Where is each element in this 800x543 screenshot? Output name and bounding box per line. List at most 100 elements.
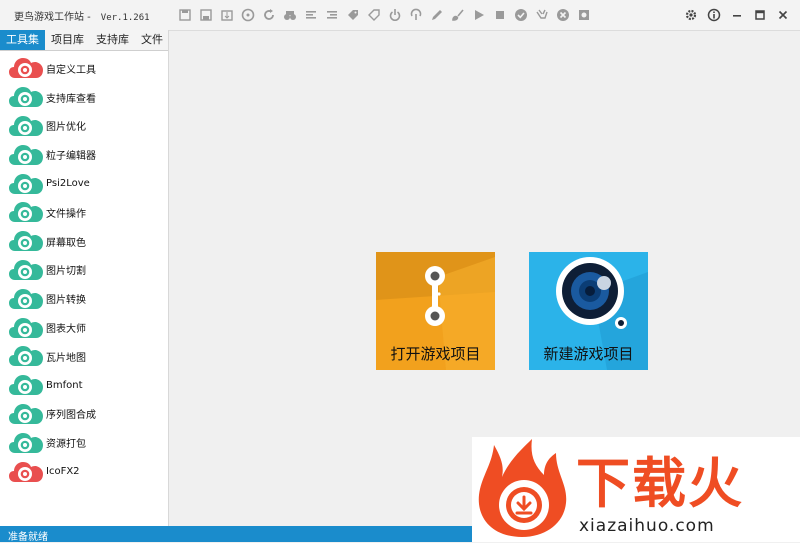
minimize-icon [732, 15, 741, 17]
status-bar: 准备就绪 [0, 526, 472, 543]
binoculars-icon [283, 11, 296, 20]
tool-item[interactable]: 图片优化 [0, 112, 168, 141]
refresh-icon [263, 9, 274, 20]
settings-box-icon [578, 10, 589, 20]
sidebar-tabs: 工具集 项目库 支持库 文件 [0, 30, 168, 51]
new-project-button[interactable]: 新建游戏项目 [529, 252, 648, 370]
tool-label: Psi2Love [46, 178, 90, 190]
minimize-button[interactable] [725, 6, 748, 24]
title-bar: 更鸟游戏工作站 - Ver.1.261 [0, 0, 800, 31]
steering-icon [241, 8, 254, 22]
close-button[interactable] [771, 6, 794, 24]
tool-item[interactable]: 瓦片地图 [0, 342, 168, 371]
close-icon [778, 10, 787, 20]
tab-toolset[interactable]: 工具集 [0, 30, 45, 50]
tab-project-library[interactable]: 项目库 [45, 30, 90, 50]
maximize-button[interactable] [748, 6, 771, 24]
clean-button[interactable] [531, 6, 552, 24]
tool-label: 粒子编辑器 [46, 151, 96, 163]
status-text: 准备就绪 [8, 532, 48, 543]
settings-box-button[interactable] [573, 6, 594, 24]
cloud-icon [9, 144, 43, 165]
check-icon [514, 9, 527, 21]
tool-item[interactable]: Psi2Love [0, 169, 168, 198]
play-button[interactable] [468, 6, 489, 24]
tool-label: 瓦片地图 [46, 352, 86, 364]
tool-label: 资源打包 [46, 439, 86, 451]
tool-label: 屏幕取色 [46, 237, 86, 249]
gear-icon [685, 9, 696, 21]
gear-button[interactable] [679, 6, 702, 24]
close-circle-button[interactable] [552, 6, 573, 24]
cloud-icon [9, 259, 43, 280]
restart-icon [410, 8, 421, 20]
tool-item[interactable]: 支持库查看 [0, 83, 168, 112]
cloud-icon [9, 346, 43, 367]
refresh-button[interactable] [258, 6, 279, 24]
tag-icon [347, 10, 358, 20]
tag-edit-button[interactable] [363, 6, 384, 24]
align-button[interactable] [300, 6, 321, 24]
tool-label: IcoFX2 [46, 466, 80, 478]
open-project-button[interactable]: 打开游戏项目 [376, 252, 495, 370]
tool-item[interactable]: Bmfont [0, 371, 168, 400]
cloud-icon [9, 375, 43, 396]
stop-button[interactable] [489, 6, 510, 24]
app-title: 更鸟游戏工作站 - Ver.1.261 [14, 12, 150, 23]
tool-item[interactable]: 粒子编辑器 [0, 140, 168, 169]
tool-item[interactable]: 序列图合成 [0, 400, 168, 429]
align-icon [305, 11, 316, 19]
tool-label: 图表大师 [46, 324, 86, 336]
tool-item[interactable]: IcoFX2 [0, 457, 168, 486]
tool-item[interactable]: 图表大师 [0, 313, 168, 342]
tool-label: Bmfont [46, 379, 83, 391]
cloud-icon [9, 87, 43, 108]
brush-button[interactable] [447, 6, 468, 24]
binoculars-button[interactable] [279, 6, 300, 24]
play-icon [474, 10, 484, 20]
app-version: Ver.1.261 [100, 13, 150, 23]
open-project-label: 打开游戏项目 [390, 345, 481, 363]
clean-icon [535, 9, 548, 19]
cloud-icon [9, 58, 43, 79]
save-as-icon [199, 9, 212, 21]
new-project-label: 新建游戏项目 [543, 345, 634, 363]
power-button[interactable] [384, 6, 405, 24]
tool-item[interactable]: 图片转换 [0, 284, 168, 313]
tool-label: 自定义工具 [46, 64, 96, 76]
restart-button[interactable] [405, 6, 426, 24]
save-button[interactable] [174, 6, 195, 24]
save-icon [178, 9, 191, 21]
tab-support-library[interactable]: 支持库 [90, 30, 135, 50]
tool-label: 图片切割 [46, 266, 86, 278]
window-controls [679, 6, 794, 24]
tag-button[interactable] [342, 6, 363, 24]
check-button[interactable] [510, 6, 531, 24]
tool-label: 图片转换 [46, 295, 86, 307]
tool-item[interactable]: 资源打包 [0, 428, 168, 457]
tool-item[interactable]: 文件操作 [0, 198, 168, 227]
cloud-icon [9, 461, 43, 482]
cloud-icon [9, 432, 43, 453]
tool-list: 自定义工具支持库查看图片优化粒子编辑器 Psi2Love 文件操作屏幕取色图片切割图… [0, 51, 168, 486]
pencil-button[interactable] [426, 6, 447, 24]
stop-icon [495, 11, 504, 19]
tool-label: 图片优化 [46, 122, 86, 134]
cloud-icon [9, 202, 43, 223]
steering-button[interactable] [237, 6, 258, 24]
pencil-icon [431, 10, 442, 20]
watermark: 下载火 xiazaihuo.com [472, 437, 800, 542]
brush-icon [451, 9, 464, 21]
info-button[interactable] [702, 6, 725, 24]
tab-files[interactable]: 文件 [135, 30, 169, 50]
export-button[interactable] [216, 6, 237, 24]
align-right-button[interactable] [321, 6, 342, 24]
cloud-icon [9, 317, 43, 338]
tool-item[interactable]: 自定义工具 [0, 54, 168, 83]
tool-item[interactable]: 屏幕取色 [0, 227, 168, 256]
sidebar: 工具集 项目库 支持库 文件 自定义工具支持库查看图片优化粒子编辑器 Psi2Lo… [0, 30, 169, 526]
tool-item[interactable]: 图片切割 [0, 256, 168, 285]
power-icon [389, 9, 400, 21]
save-as-button[interactable] [195, 6, 216, 24]
tag-edit-icon [367, 9, 380, 21]
